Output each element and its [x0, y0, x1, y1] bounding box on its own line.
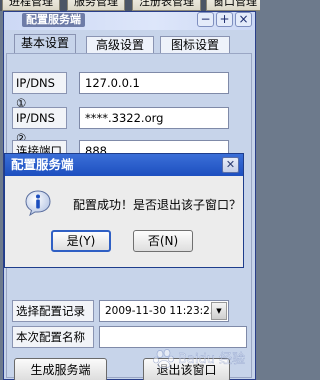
- confirm-dialog: 配置服务端 ✕ 配置成功！是否退出该子窗口？ 是(Y) 否(N): [4, 153, 244, 268]
- baidu-watermark: Baidu 经验: [153, 349, 245, 369]
- dialog-titlebar[interactable]: 配置服务端: [5, 154, 243, 176]
- config-name-label: 本次配置名称: [12, 326, 94, 348]
- window-title: 配置服务端: [22, 13, 85, 27]
- minus-icon[interactable]: −: [197, 12, 214, 27]
- ip2-label: IP/DNS ②: [12, 107, 67, 145]
- config-name-input[interactable]: [99, 326, 247, 348]
- main-tab-service[interactable]: 服务管理: [67, 0, 125, 11]
- ip2-input[interactable]: ****.3322.org: [79, 107, 229, 129]
- close-icon[interactable]: ✕: [222, 157, 239, 173]
- settings-tabs: 基本设置 高级设置 图标设置: [4, 34, 255, 54]
- main-tab-process[interactable]: 进程管理: [2, 0, 60, 11]
- chevron-down-icon[interactable]: ▼: [211, 302, 227, 320]
- window-titlebar[interactable]: 配置服务端 − + ×: [4, 12, 255, 30]
- config-record-value: 2009-11-30 11:23:25: [105, 305, 217, 317]
- ip1-label: IP/DNS ①: [12, 72, 67, 110]
- no-button[interactable]: 否(N): [133, 230, 193, 252]
- tab-icon-settings[interactable]: 图标设置: [160, 36, 230, 54]
- svg-text:Baidu 经验: Baidu 经验: [178, 351, 245, 367]
- config-record-select[interactable]: 2009-11-30 11:23:25 ▼: [99, 300, 229, 322]
- plus-icon[interactable]: +: [216, 12, 233, 27]
- main-tab-strip: 进程管理 服务管理 注册表管理 窗口管理: [0, 0, 260, 11]
- main-tab-registry[interactable]: 注册表管理: [132, 0, 201, 11]
- close-icon[interactable]: ×: [235, 12, 252, 27]
- dialog-title: 配置服务端: [11, 157, 74, 172]
- tab-basic-settings[interactable]: 基本设置: [14, 34, 76, 54]
- main-tab-window[interactable]: 窗口管理: [206, 0, 260, 11]
- yes-button[interactable]: 是(Y): [51, 230, 111, 252]
- tab-advanced-settings[interactable]: 高级设置: [86, 36, 154, 54]
- dialog-message: 配置成功！是否退出该子窗口？: [73, 198, 242, 212]
- generate-server-button[interactable]: 生成服务端: [14, 358, 107, 380]
- ip1-input[interactable]: 127.0.0.1: [79, 72, 229, 94]
- select-config-label: 选择配置记录: [12, 300, 94, 322]
- info-icon: [25, 190, 51, 216]
